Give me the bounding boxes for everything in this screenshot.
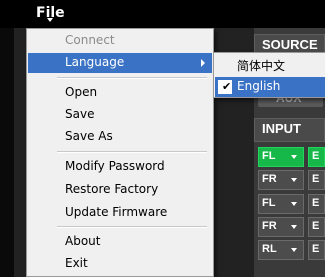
checkmark-icon: ✔ <box>222 80 232 93</box>
menu-item-label: Save As <box>65 129 113 143</box>
eq-label: E <box>312 150 320 162</box>
input-row: FL E <box>258 194 325 214</box>
menu-item-connect: Connect <box>28 31 212 51</box>
menu-item-label: Save <box>65 107 95 121</box>
menu-item-open[interactable]: Open <box>28 83 212 103</box>
eq-label: E <box>312 220 320 232</box>
menu-item-exit[interactable]: Exit <box>28 254 212 274</box>
language-item-label: 简体中文 <box>237 59 286 73</box>
input-row: FR E <box>258 217 325 237</box>
channel-label: FL <box>262 197 276 209</box>
menu-separator <box>57 151 207 153</box>
input-row: FR E <box>258 170 325 190</box>
language-item-label: English <box>237 79 281 93</box>
language-item-chinese[interactable]: 简体中文 <box>215 55 325 75</box>
channel-label: RL <box>262 243 277 255</box>
menu-item-label: Exit <box>65 256 88 270</box>
menu-item-language[interactable]: Language <box>28 53 212 73</box>
checkbox: ✔ <box>218 80 232 94</box>
menu-item-label: Connect <box>65 33 115 47</box>
menu-separator <box>57 226 207 228</box>
menu-item-about[interactable]: About <box>28 232 212 252</box>
source-label: SOURCE <box>262 37 318 52</box>
menu-item-label: About <box>65 234 101 248</box>
eq-label: E <box>312 197 320 209</box>
chevron-down-icon <box>291 178 297 182</box>
language-submenu: 简体中文 ✔ English <box>213 52 325 98</box>
input-label: INPUT <box>262 121 301 136</box>
chevron-right-icon <box>201 59 205 67</box>
caret-down-icon <box>47 18 53 22</box>
channel-label: FR <box>262 173 277 185</box>
menu-item-label: Restore Factory <box>65 182 159 196</box>
channel-label: FR <box>262 220 277 232</box>
menu-item-update-firmware[interactable]: Update Firmware <box>28 203 212 223</box>
channel-label: FL <box>262 150 276 162</box>
chevron-down-icon <box>291 202 297 206</box>
menu-item-modify-password[interactable]: Modify Password <box>28 157 212 177</box>
menu-item-label: Update Firmware <box>65 205 168 219</box>
menu-item-label: Modify Password <box>65 159 165 173</box>
input-row: FL E <box>258 147 325 167</box>
eq-label: E <box>312 173 320 185</box>
input-row: RL E <box>258 240 325 260</box>
menu-item-save-as[interactable]: Save As <box>28 127 212 147</box>
menu-item-restore-factory[interactable]: Restore Factory <box>28 180 212 200</box>
eq-label: E <box>312 243 320 255</box>
menu-item-label: Language <box>65 55 125 69</box>
chevron-down-icon <box>291 248 297 252</box>
language-item-english[interactable]: ✔ English <box>215 77 325 97</box>
menu-separator <box>57 77 207 79</box>
file-dropdown: Connect Language Open Save Save As Modif… <box>26 28 214 277</box>
chevron-down-icon <box>291 155 297 159</box>
menu-item-label: Open <box>65 85 98 99</box>
chevron-down-icon <box>291 225 297 229</box>
menu-item-save[interactable]: Save <box>28 105 212 125</box>
